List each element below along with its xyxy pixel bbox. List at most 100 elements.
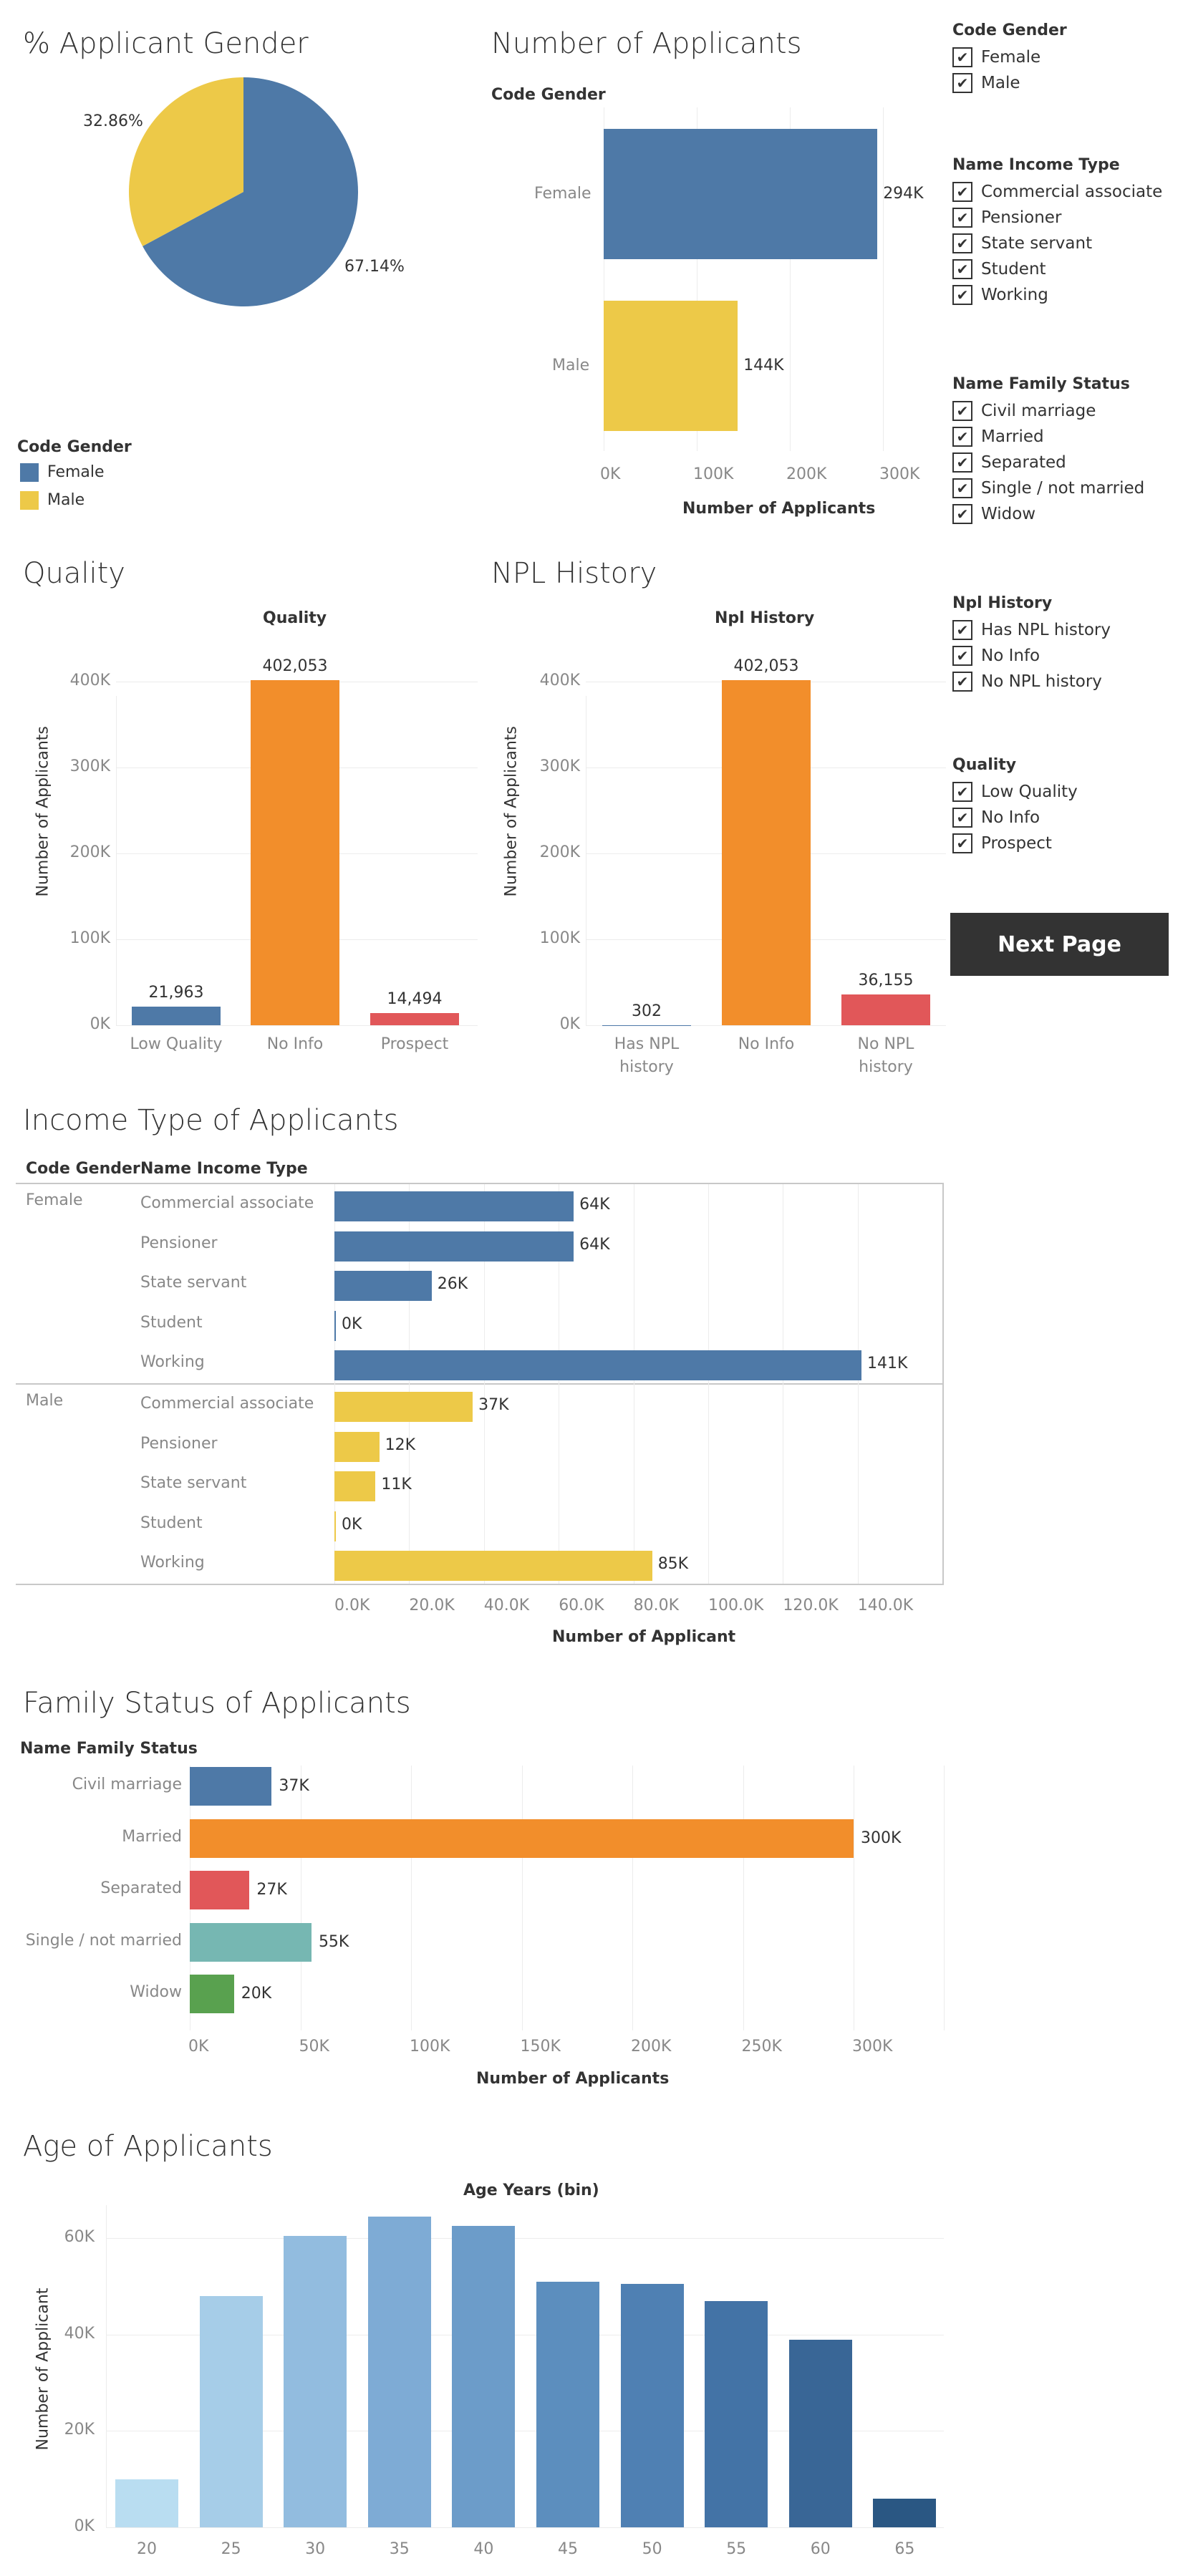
filter-quality-prospect[interactable]: ✔ Prospect <box>952 833 1052 853</box>
filter-family-single[interactable]: ✔ Single / not married <box>952 478 1144 498</box>
filter-npl-has[interactable]: ✔ Has NPL history <box>952 620 1111 640</box>
checkbox-checked-icon[interactable]: ✔ <box>952 182 972 202</box>
age-bar <box>367 2216 431 2527</box>
income-gridline <box>857 1184 859 1584</box>
age-axis <box>106 2205 107 2527</box>
checkbox-checked-icon[interactable]: ✔ <box>952 808 972 828</box>
npl-y-tick: 200K <box>539 843 580 861</box>
filter-income-title: Name Income Type <box>952 156 1120 174</box>
income-x-tick: 140.0K <box>857 1597 914 1614</box>
applicants-axis-title: Code Gender <box>491 86 606 104</box>
npl-chart-title: Npl History <box>715 609 815 627</box>
quality-y-tick: 400K <box>69 672 110 689</box>
filter-income-working[interactable]: ✔ Working <box>952 285 1048 305</box>
applicants-x-tick: 0K <box>600 465 621 483</box>
checkbox-checked-icon[interactable]: ✔ <box>952 478 972 498</box>
age-category: 40 <box>473 2540 494 2558</box>
income-x-tick: 100.0K <box>708 1597 764 1614</box>
applicants-value-label: 144K <box>743 357 784 374</box>
income-table-bottom <box>16 1584 944 1585</box>
checkbox-checked-icon[interactable]: ✔ <box>952 401 972 421</box>
family-bar <box>190 1975 234 2013</box>
npl-y-tick: 0K <box>559 1015 580 1033</box>
income-table-mid <box>16 1383 944 1385</box>
checkbox-checked-icon[interactable]: ✔ <box>952 285 972 305</box>
income-type-label: Student <box>140 1514 203 1532</box>
filter-family-widow[interactable]: ✔ Widow <box>952 504 1035 524</box>
income-table-top <box>16 1183 944 1184</box>
npl-category: history <box>859 1058 913 1076</box>
age-category: 45 <box>558 2540 578 2558</box>
family-x-tick: 150K <box>520 2038 561 2056</box>
income-title: Income Type of Applicants <box>23 1104 399 1137</box>
age-bar <box>199 2295 263 2527</box>
checkbox-checked-icon[interactable]: ✔ <box>952 233 972 253</box>
checkbox-checked-icon[interactable]: ✔ <box>952 833 972 853</box>
income-bar <box>334 1350 862 1380</box>
income-value-label: 12K <box>385 1435 416 1454</box>
filter-income-student[interactable]: ✔ Student <box>952 259 1046 279</box>
income-value-label: 141K <box>867 1355 908 1372</box>
filter-quality-noinfo[interactable]: ✔ No Info <box>952 808 1040 828</box>
checkbox-checked-icon[interactable]: ✔ <box>952 259 972 279</box>
quality-gridline <box>116 1025 478 1026</box>
family-x-tick: 300K <box>852 2038 893 2056</box>
filter-family-separated[interactable]: ✔ Separated <box>952 452 1066 473</box>
family-bar <box>190 1871 250 1909</box>
income-value-label: 0K <box>342 1314 362 1333</box>
age-category: 20 <box>137 2540 157 2558</box>
quality-category: No Info <box>266 1035 324 1053</box>
applicants-value-label: 294K <box>883 185 924 203</box>
checkbox-checked-icon[interactable]: ✔ <box>952 47 972 67</box>
filter-npl-noinfo[interactable]: ✔ No Info <box>952 646 1040 666</box>
applicants-category-male: Male <box>552 357 590 374</box>
filter-family-civil[interactable]: ✔ Civil marriage <box>952 401 1096 421</box>
checkbox-checked-icon[interactable]: ✔ <box>952 646 972 666</box>
income-x-tick: 80.0K <box>633 1597 680 1614</box>
next-page-button[interactable]: Next Page <box>950 913 1169 976</box>
npl-value-label: 402,053 <box>733 657 799 675</box>
pie-label-female: 67.14% <box>344 258 405 276</box>
filter-income-state-servant[interactable]: ✔ State servant <box>952 233 1092 253</box>
age-title: Age of Applicants <box>23 2130 273 2163</box>
age-chart-title: Age Years (bin) <box>463 2182 599 2199</box>
income-value-label: 64K <box>579 1235 610 1254</box>
family-x-tick: 250K <box>741 2038 782 2056</box>
npl-category: history <box>619 1058 674 1076</box>
checkbox-checked-icon[interactable]: ✔ <box>952 782 972 802</box>
family-bar <box>190 1767 272 1806</box>
age-y-tick: 40K <box>64 2324 95 2343</box>
income-type-label: Pensioner <box>140 1434 218 1453</box>
filter-npl-no[interactable]: ✔ No NPL history <box>952 672 1102 692</box>
income-gridline <box>708 1184 709 1584</box>
applicants-x-tick: 300K <box>879 465 920 483</box>
filter-quality-low[interactable]: ✔ Low Quality <box>952 782 1078 802</box>
age-bar <box>115 2479 178 2527</box>
family-gridline <box>521 1766 523 2030</box>
npl-bar <box>722 679 811 1025</box>
checkbox-checked-icon[interactable]: ✔ <box>952 208 972 228</box>
checkbox-checked-icon[interactable]: ✔ <box>952 452 972 473</box>
filter-gender-female[interactable]: ✔ Female <box>952 47 1040 67</box>
filter-family-married[interactable]: ✔ Married <box>952 427 1044 447</box>
family-value-label: 300K <box>861 1829 902 1847</box>
income-x-tick: 120.0K <box>783 1597 839 1614</box>
checkbox-checked-icon[interactable]: ✔ <box>952 427 972 447</box>
applicants-x-tick: 200K <box>786 465 827 483</box>
age-y-tick: 0K <box>74 2517 95 2535</box>
income-bar <box>334 1551 652 1581</box>
filter-gender-male[interactable]: ✔ Male <box>952 73 1020 93</box>
family-category: Civil marriage <box>72 1776 182 1793</box>
checkbox-checked-icon[interactable]: ✔ <box>952 672 972 692</box>
applicants-bar-female <box>604 129 878 259</box>
age-bar <box>536 2281 599 2527</box>
filter-income-commercial[interactable]: ✔ Commercial associate <box>952 182 1162 202</box>
family-x-tick: 0K <box>188 2038 209 2056</box>
income-type-label: Working <box>140 1554 205 1572</box>
checkbox-checked-icon[interactable]: ✔ <box>952 620 972 640</box>
npl-gridline <box>586 1025 946 1026</box>
npl-value-label: 36,155 <box>858 971 914 989</box>
checkbox-checked-icon[interactable]: ✔ <box>952 73 972 93</box>
filter-income-pensioner[interactable]: ✔ Pensioner <box>952 208 1061 228</box>
checkbox-checked-icon[interactable]: ✔ <box>952 504 972 524</box>
